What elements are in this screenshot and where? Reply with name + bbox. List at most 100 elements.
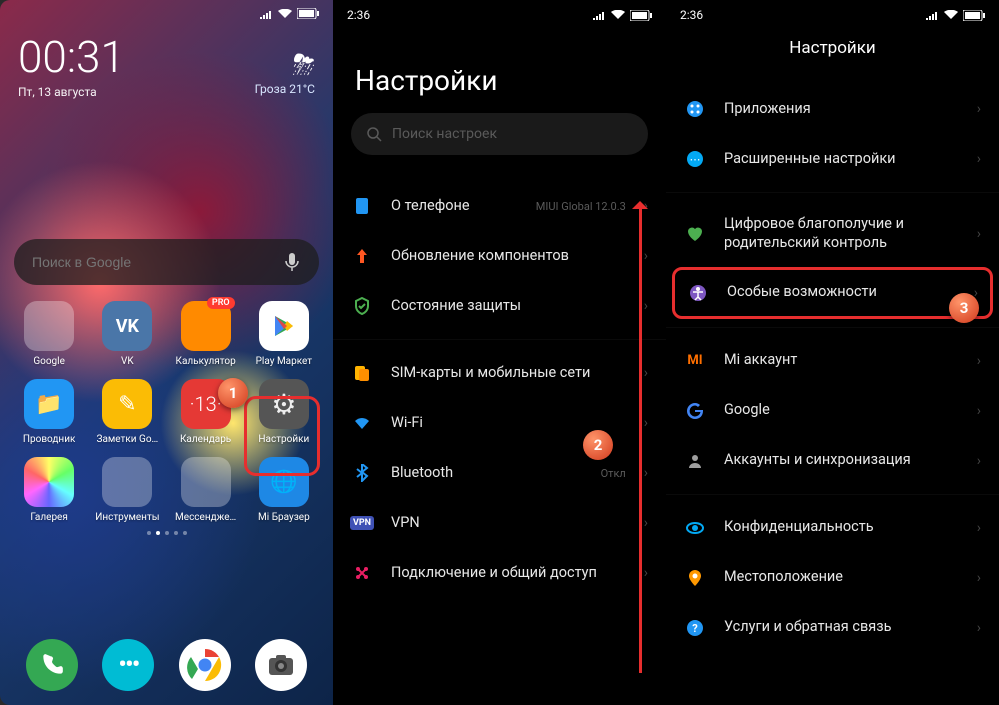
chevron-right-icon: › (644, 415, 648, 431)
row-label: Mi аккаунт (724, 351, 941, 370)
settings-row-feedback[interactable]: ?Услуги и обратная связь› (666, 603, 999, 653)
app-label: Play Маркет (256, 356, 313, 367)
app-icon (24, 301, 74, 351)
settings-row-mi[interactable]: MIMi аккаунт› (666, 336, 999, 386)
google-search-bar[interactable] (14, 239, 319, 285)
chevron-right-icon: › (977, 151, 981, 167)
settings-search[interactable]: Поиск настроек (351, 113, 648, 155)
row-label: Услуги и обратная связь (724, 618, 959, 637)
svg-text:?: ? (692, 622, 698, 635)
app-label: Калькулятор (176, 356, 236, 367)
row-label: Особые возможности (727, 283, 956, 302)
app-icon: VK (102, 301, 152, 351)
app-google[interactable]: Google (10, 297, 88, 371)
weather-text: Гроза 21°C (255, 82, 315, 96)
row-label: Состояние защиты (391, 297, 626, 316)
settings-row-google[interactable]: Google› (666, 386, 999, 436)
settings-main: 2:36 Настройки Поиск настроек О телефоне… (333, 0, 666, 705)
app-play-маркет[interactable]: Play Маркет (245, 297, 323, 371)
bt-icon (351, 462, 373, 484)
access-icon (687, 282, 709, 304)
app-icon (181, 457, 231, 507)
app-icon (259, 301, 309, 351)
settings-row-security[interactable]: Состояние защиты› (333, 281, 666, 331)
settings-row-bt[interactable]: BluetoothОткл› (333, 448, 666, 498)
app-галерея[interactable]: Галерея (10, 453, 88, 527)
row-label: Расширенные настройки (724, 150, 959, 169)
app-мессендже-[interactable]: Мессендже… (167, 453, 245, 527)
wifi-icon (610, 10, 626, 20)
settings-row-access[interactable]: Особые возможности› (672, 267, 993, 319)
phone-icon[interactable] (26, 639, 78, 691)
app-label: Google (33, 356, 65, 367)
google-icon (684, 400, 706, 422)
settings-row-sharing[interactable]: Подключение и общий доступ› (333, 548, 666, 598)
settings-row-sync[interactable]: Аккаунты и синхронизация› (666, 436, 999, 486)
location-icon (684, 567, 706, 589)
row-label: О телефоне (391, 197, 518, 216)
mic-icon[interactable] (283, 251, 301, 273)
page-dots (0, 531, 333, 535)
wifi-icon (277, 9, 293, 19)
app-badge: PRO (207, 297, 235, 309)
homescreen: 00:31 Пт, 13 августа ⛈ Гроза 21°C Google… (0, 0, 333, 705)
row-label: Google (724, 401, 959, 420)
settings-row-about[interactable]: О телефонеMIUI Global 12.0.3› (333, 181, 666, 231)
svg-text:⋯: ⋯ (690, 153, 701, 166)
status-right (592, 10, 652, 21)
row-label: Цифровое благополучие и родительский кон… (724, 215, 959, 253)
weather-widget[interactable]: ⛈ Гроза 21°C (255, 48, 315, 96)
chevron-right-icon: › (977, 101, 981, 117)
app-проводник[interactable]: 📁Проводник (10, 375, 88, 449)
scroll-arrow (639, 203, 642, 673)
status-time: 2:36 (347, 8, 370, 22)
app-label: Календарь (180, 434, 231, 445)
camera-icon[interactable] (255, 639, 307, 691)
messages-icon[interactable]: ••• (102, 639, 154, 691)
app-icon: PRO (181, 301, 231, 351)
status-bar: 2:36 (666, 0, 999, 26)
app-icon (102, 457, 152, 507)
app-инструменты[interactable]: Инструменты (88, 453, 166, 527)
settings-row-apps[interactable]: Приложения› (666, 84, 999, 134)
settings-row-sim[interactable]: SIM-карты и мобильные сети › (333, 348, 666, 398)
chevron-right-icon: › (977, 570, 981, 586)
settings-row-privacy[interactable]: Конфиденциальность› (666, 503, 999, 553)
battery-icon (297, 8, 319, 19)
chevron-right-icon: › (644, 365, 648, 381)
signal-icon (592, 10, 606, 20)
signal-icon (925, 10, 939, 20)
apps-icon (684, 98, 706, 120)
status-bar (0, 0, 333, 23)
settings-row-update[interactable]: Обновление компонентов› (333, 231, 666, 281)
row-sub: Откл (601, 467, 626, 480)
chrome-icon[interactable] (179, 639, 231, 691)
settings-row-advanced[interactable]: ⋯ Расширенные настройки › (666, 134, 999, 184)
app-icon: 📁 (24, 379, 74, 429)
app-label: VK (121, 356, 134, 367)
app-icon (24, 457, 74, 507)
vpn-icon: VPN (351, 512, 373, 534)
callout-2: 2 (583, 430, 613, 460)
row-sub: MIUI Global 12.0.3 (536, 200, 626, 213)
app-калькулятор[interactable]: PRO Калькулятор (167, 297, 245, 371)
security-icon (351, 295, 373, 317)
settings-group: Приложения› ⋯ Расширенные настройки › (666, 76, 999, 184)
settings-row-wellbeing[interactable]: Цифровое благополучие и родительский кон… (666, 201, 999, 267)
row-label: Местоположение (724, 568, 959, 587)
settings-row-wifi[interactable]: Wi-Fi› (333, 398, 666, 448)
settings-row-vpn[interactable]: VPNVPN› (333, 498, 666, 548)
sim-icon (351, 362, 373, 384)
search-input[interactable] (32, 254, 283, 270)
chevron-right-icon: › (977, 226, 981, 242)
app-заметки-go-[interactable]: ✎Заметки Go… (88, 375, 166, 449)
settings-row-location[interactable]: Местоположение › (666, 553, 999, 603)
row-label: SIM-карты и мобильные сети (391, 364, 626, 383)
weather-icon: ⛈ (255, 48, 315, 82)
wifi-icon (943, 10, 959, 20)
app-vk[interactable]: VK VK (88, 297, 166, 371)
settings-group: О телефонеMIUI Global 12.0.3›Обновление … (333, 173, 666, 331)
app-label: Mi Браузер (258, 512, 310, 523)
status-right (925, 10, 985, 21)
chevron-right-icon: › (644, 565, 648, 581)
